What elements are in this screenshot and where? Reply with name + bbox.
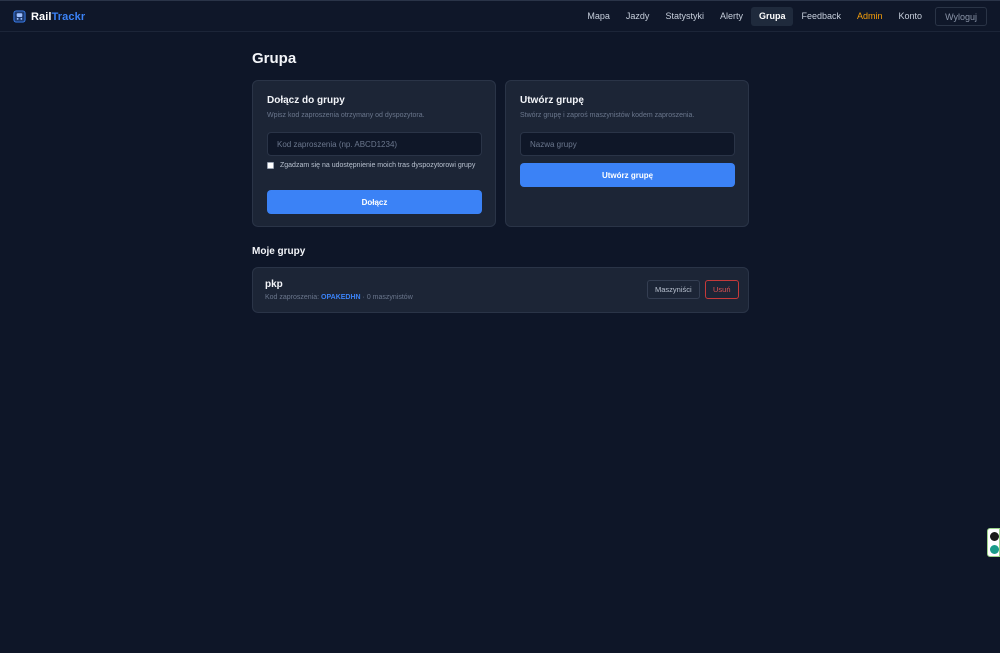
logout-button[interactable]: Wyloguj: [935, 6, 987, 26]
join-button[interactable]: Dołącz: [267, 190, 482, 214]
nav-statystyki[interactable]: Statystyki: [657, 7, 712, 26]
consent-label[interactable]: Zgadzam się na udostępnienie moich tras …: [280, 161, 475, 171]
create-group-description: Stwórz grupę i zaproś maszynistów kodem …: [520, 112, 695, 119]
nav-jazdy[interactable]: Jazdy: [618, 7, 658, 26]
meta-separator: ·: [362, 294, 365, 301]
train-icon: [13, 10, 26, 23]
nav-mapa[interactable]: Mapa: [579, 7, 618, 26]
nav-konto[interactable]: Konto: [891, 7, 931, 26]
join-group-title: Dołącz do grupy: [267, 95, 345, 106]
group-list-item: pkp Kod zaproszenia: OPAKEDHN · 0 maszyn…: [252, 267, 749, 313]
join-group-description: Wpisz kod zaproszenia otrzymany od dyspo…: [267, 112, 425, 119]
delete-group-button[interactable]: Usuń: [705, 280, 739, 299]
consent-row: Zgadzam się na udostępnienie moich tras …: [267, 161, 482, 171]
drivers-count: 0 maszynistów: [366, 294, 413, 301]
create-group-button[interactable]: Utwórz grupę: [520, 163, 735, 187]
group-meta: Kod zaproszenia: OPAKEDHN · 0 maszynistó…: [265, 294, 413, 301]
nav-admin[interactable]: Admin: [849, 7, 891, 26]
create-group-card: Utwórz grupę Stwórz grupę i zaproś maszy…: [505, 80, 749, 227]
invite-code-label: Kod zaproszenia:: [265, 294, 320, 301]
invite-code-value: OPAKEDHN: [321, 294, 361, 301]
page-title: Grupa: [252, 50, 297, 67]
main-nav: Mapa Jazdy Statystyki Alerty Grupa Feedb…: [579, 6, 987, 26]
my-groups-title: Moje grupy: [252, 246, 306, 257]
invite-code-input[interactable]: [267, 132, 482, 156]
nav-feedback[interactable]: Feedback: [793, 7, 849, 26]
join-group-card: Dołącz do grupy Wpisz kod zaproszenia ot…: [252, 80, 496, 227]
nav-alerty[interactable]: Alerty: [712, 7, 751, 26]
nav-grupa[interactable]: Grupa: [750, 6, 794, 26]
brand-logo[interactable]: RailTrackr: [13, 10, 85, 23]
side-widget[interactable]: [987, 528, 1000, 557]
brand-name: RailTrackr: [31, 10, 86, 23]
group-name: pkp: [265, 279, 283, 290]
close-icon[interactable]: [990, 532, 999, 541]
create-group-title: Utwórz grupę: [520, 95, 584, 106]
group-name-input[interactable]: [520, 132, 735, 156]
consent-checkbox[interactable]: [267, 162, 274, 169]
extension-icon[interactable]: [990, 545, 999, 554]
drivers-button[interactable]: Maszyniści: [647, 280, 700, 299]
top-navbar: RailTrackr Mapa Jazdy Statystyki Alerty …: [0, 0, 1000, 32]
